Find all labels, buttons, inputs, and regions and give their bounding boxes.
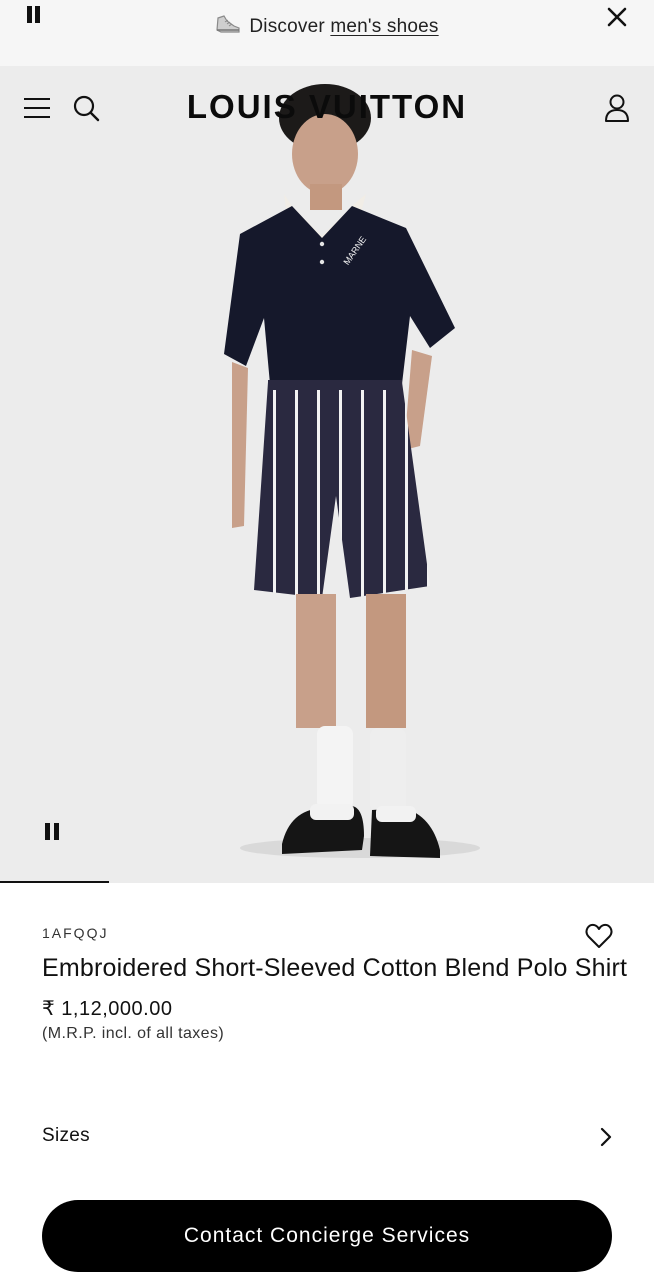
tax-note: (M.R.P. incl. of all taxes): [42, 1025, 225, 1042]
pause-icon[interactable]: [44, 823, 60, 841]
promo-banner: Discover men's shoes: [0, 0, 654, 66]
chevron-right-icon: [600, 1127, 612, 1147]
contact-concierge-button[interactable]: Contact Concierge Services: [42, 1200, 612, 1272]
product-hero-image[interactable]: MARNE: [0, 66, 654, 883]
gallery-progress-indicator: [0, 881, 109, 883]
heart-icon[interactable]: [584, 922, 614, 950]
brand-logo[interactable]: LOUIS VUITTON: [0, 88, 654, 126]
model-photo: MARNE: [224, 84, 480, 858]
sizes-selector[interactable]: Sizes: [42, 1118, 614, 1156]
close-icon[interactable]: [606, 6, 628, 28]
product-sku: 1AFQQJ: [42, 925, 109, 941]
promo-prefix: Discover: [249, 16, 325, 37]
sizes-label: Sizes: [42, 1125, 90, 1146]
product-price: ₹ 1,12,000.00: [42, 998, 173, 1020]
account-icon[interactable]: [603, 93, 631, 123]
sneaker-icon: [216, 15, 240, 33]
promo-message[interactable]: Discover men's shoes: [0, 14, 654, 38]
promo-link[interactable]: men's shoes: [330, 16, 438, 37]
product-title: Embroidered Short-Sleeved Cotton Blend P…: [42, 954, 628, 982]
